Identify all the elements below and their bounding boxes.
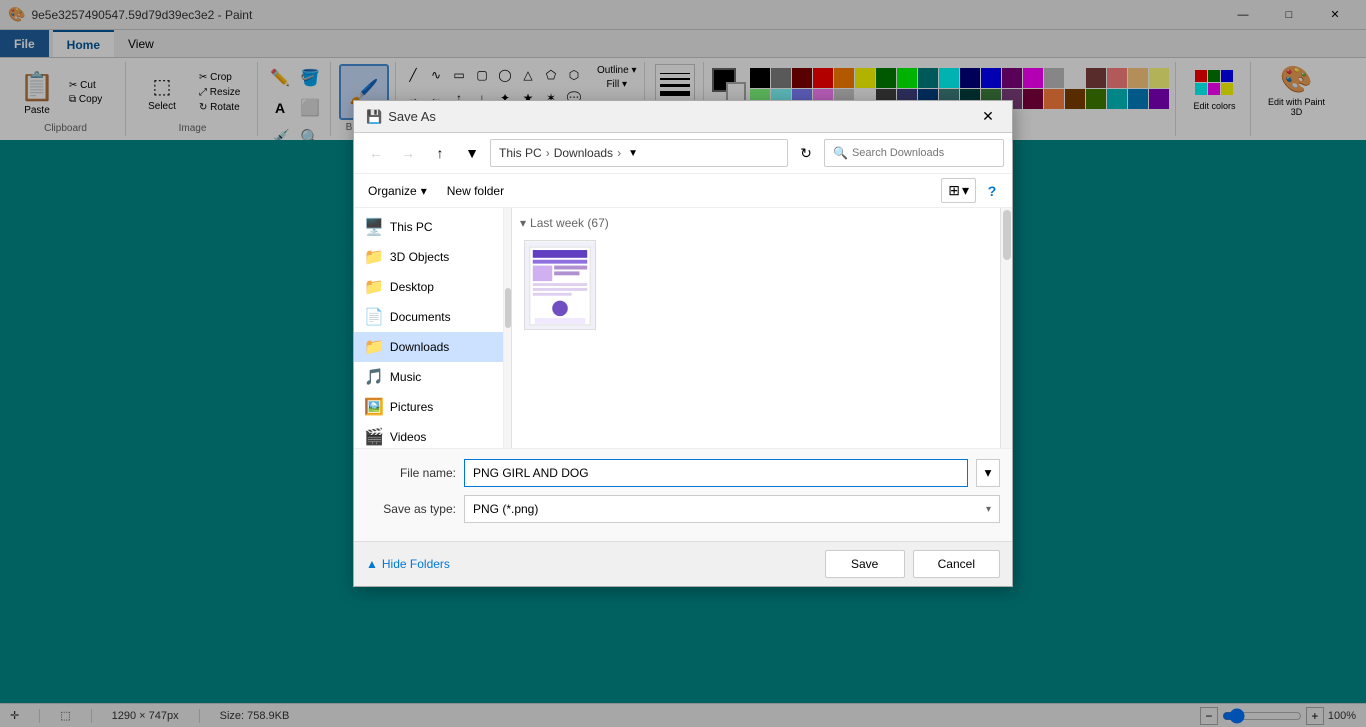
savetype-row: Save as type: PNG (*.png) ▾ <box>366 495 1000 523</box>
sidebar-item-music[interactable]: 🎵 Music <box>354 362 503 392</box>
hide-folders-icon: ▲ <box>366 557 378 571</box>
sidebar-scrollbar-thumb[interactable] <box>505 288 511 328</box>
dialog-title-bar: 💾 Save As ✕ <box>354 101 1012 133</box>
savetype-arrow: ▾ <box>986 504 991 515</box>
breadcrumb-thispc[interactable]: This PC <box>499 146 542 160</box>
group-collapse-icon: ▾ <box>520 216 526 230</box>
dialog-close-button[interactable]: ✕ <box>976 105 1000 129</box>
sidebar-scrollbar <box>504 208 512 448</box>
organize-button[interactable]: Organize ▾ <box>362 181 433 201</box>
search-bar: 🔍 <box>824 139 1004 167</box>
sidebar-item-videos[interactable]: 🎬 Videos <box>354 422 503 448</box>
help-button[interactable]: ? <box>980 179 1004 203</box>
dialog-overlay: 💾 Save As ✕ ← → ↑ ▼ This PC › Downloads … <box>0 0 1366 727</box>
sidebar-item-documents[interactable]: 📄 Documents <box>354 302 503 332</box>
breadcrumb-downloads[interactable]: Downloads <box>554 146 613 160</box>
file-thumbnail-1 <box>524 240 596 330</box>
breadcrumb-dropdown[interactable]: ▼ <box>625 148 641 159</box>
sidebar-item-desktop[interactable]: 📁 Desktop <box>354 272 503 302</box>
organize-chevron: ▾ <box>421 184 427 198</box>
dialog-details: File name: ▾ Save as type: PNG (*.png) ▾ <box>354 448 1012 541</box>
sidebar-item-downloads[interactable]: 📁 Downloads <box>354 332 503 362</box>
breadcrumb-sep-1: › <box>546 146 550 160</box>
dialog-title-icon: 💾 <box>366 109 382 125</box>
nav-back-button[interactable]: ← <box>362 139 390 167</box>
dialog-sidebar: 🖥️ This PC 📁 3D Objects 📁 Desktop 📄 Docu… <box>354 208 504 448</box>
view-toggle-button[interactable]: ⊞ ▾ <box>941 178 976 203</box>
file-thumbnail-svg <box>525 241 595 330</box>
main-scrollbar-thumb[interactable] <box>1003 210 1011 260</box>
dialog-nav: ← → ↑ ▼ This PC › Downloads › ▼ ↻ 🔍 <box>354 133 1012 174</box>
3dobjects-icon: 📁 <box>364 247 384 267</box>
dialog-toolbar: Organize ▾ New folder ⊞ ▾ ? <box>354 174 1012 208</box>
thispc-icon: 🖥️ <box>364 217 384 237</box>
hide-folders-button[interactable]: ▲ Hide Folders <box>366 557 450 571</box>
downloads-icon: 📁 <box>364 337 384 357</box>
savetype-label: Save as type: <box>366 502 456 516</box>
file-grid <box>520 236 992 334</box>
nav-recent-button[interactable]: ▼ <box>458 139 486 167</box>
group-header-lastweek[interactable]: ▾ Last week (67) <box>520 216 992 230</box>
file-item-1[interactable] <box>520 236 600 334</box>
nav-up-button[interactable]: ↑ <box>426 139 454 167</box>
dialog-title: 💾 Save As <box>366 109 436 125</box>
dialog-main: ▾ Last week (67) <box>512 208 1000 448</box>
filename-row: File name: ▾ <box>366 459 1000 487</box>
desktop-icon: 📁 <box>364 277 384 297</box>
pictures-icon: 🖼️ <box>364 397 384 417</box>
cancel-button[interactable]: Cancel <box>913 550 1000 578</box>
savetype-select[interactable]: PNG (*.png) ▾ <box>464 495 1000 523</box>
music-icon: 🎵 <box>364 367 384 387</box>
nav-forward-button[interactable]: → <box>394 139 422 167</box>
filename-dropdown[interactable]: ▾ <box>976 459 1000 487</box>
dialog-body: 🖥️ This PC 📁 3D Objects 📁 Desktop 📄 Docu… <box>354 208 1012 448</box>
save-as-dialog: 💾 Save As ✕ ← → ↑ ▼ This PC › Downloads … <box>353 100 1013 587</box>
filename-input[interactable] <box>464 459 968 487</box>
sidebar-item-pictures[interactable]: 🖼️ Pictures <box>354 392 503 422</box>
filename-label: File name: <box>366 466 456 480</box>
view-chevron: ▾ <box>962 182 969 199</box>
breadcrumb-bar: This PC › Downloads › ▼ <box>490 139 788 167</box>
sidebar-item-thispc[interactable]: 🖥️ This PC <box>354 212 503 242</box>
search-icon: 🔍 <box>833 146 848 160</box>
dialog-footer: ▲ Hide Folders Save Cancel <box>354 541 1012 586</box>
save-button[interactable]: Save <box>825 550 905 578</box>
search-input[interactable] <box>852 147 995 159</box>
new-folder-button[interactable]: New folder <box>441 181 510 201</box>
main-scrollbar <box>1000 208 1012 448</box>
sidebar-item-3dobjects[interactable]: 📁 3D Objects <box>354 242 503 272</box>
view-icon: ⊞ <box>948 182 960 199</box>
videos-icon: 🎬 <box>364 427 384 447</box>
nav-refresh-button[interactable]: ↻ <box>792 139 820 167</box>
documents-icon: 📄 <box>364 307 384 327</box>
breadcrumb-sep-2: › <box>617 146 621 160</box>
dialog-action-buttons: Save Cancel <box>825 550 1000 578</box>
